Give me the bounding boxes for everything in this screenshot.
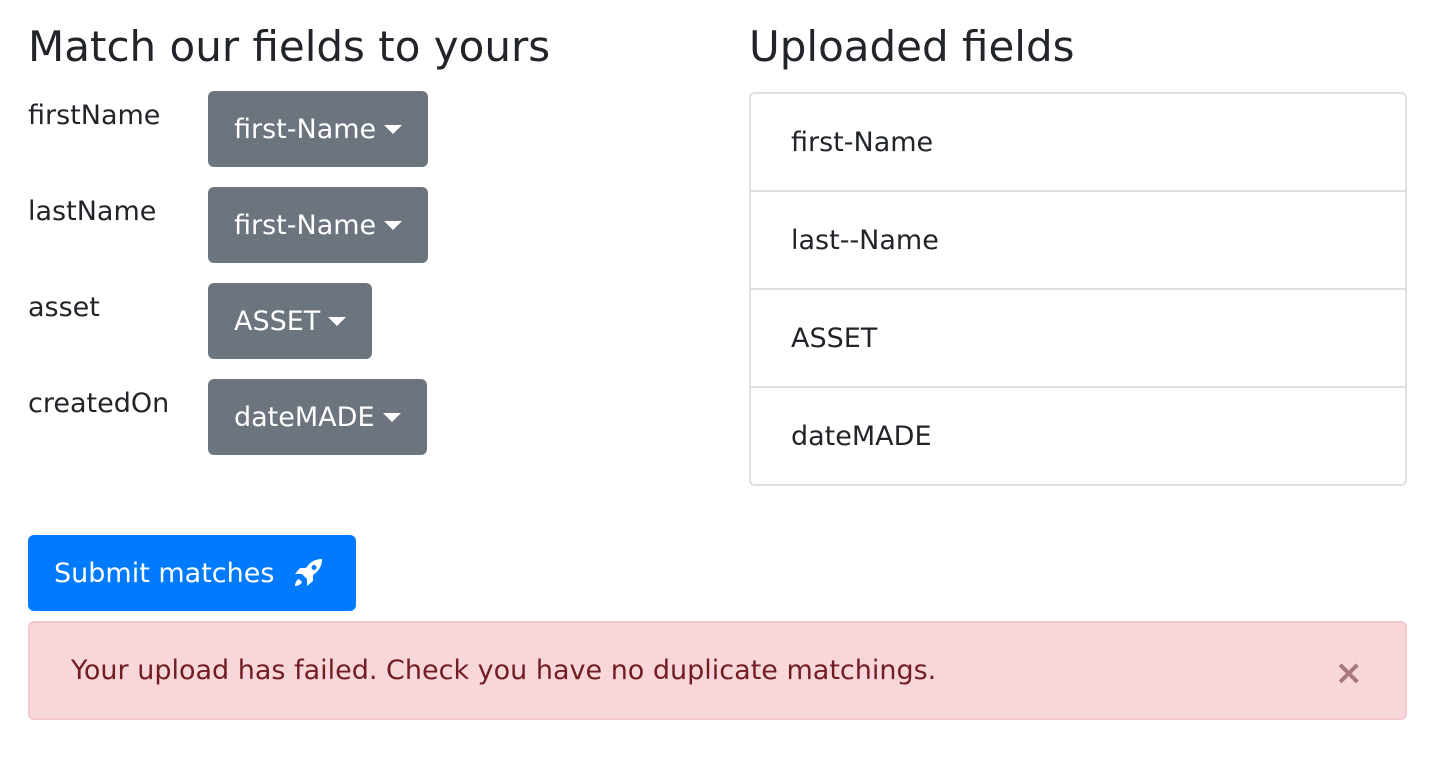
list-item: dateMADE (751, 386, 1405, 484)
caret-down-icon (384, 220, 403, 230)
caret-down-icon (384, 124, 403, 134)
match-dropdown-lastname[interactable]: first-Name (208, 187, 429, 263)
match-dropdown-createdon[interactable]: dateMADE (208, 379, 427, 455)
uploaded-fields-title: Uploaded fields (749, 22, 1075, 71)
caret-down-icon (382, 412, 401, 422)
match-dropdown-asset[interactable]: ASSET (208, 283, 373, 359)
dropdown-value: ASSET (234, 305, 321, 337)
list-item: ASSET (751, 288, 1405, 386)
alert-message: Your upload has failed. Check you have n… (71, 655, 937, 686)
match-dropdown-firstname[interactable]: first-Name (208, 91, 429, 167)
dropdown-value: first-Name (234, 113, 377, 145)
rocket-icon (295, 559, 323, 586)
submit-matches-button[interactable]: Submit matches (28, 535, 356, 611)
uploaded-fields-list: first-Name last--Name ASSET dateMADE (749, 92, 1407, 486)
field-label: createdOn (28, 388, 170, 419)
error-alert: Your upload has failed. Check you have n… (28, 621, 1407, 720)
dropdown-value: dateMADE (234, 401, 375, 433)
field-label: lastName (28, 196, 157, 227)
field-label: asset (28, 292, 100, 323)
match-fields-title: Match our fields to yours (28, 22, 551, 71)
close-icon[interactable]: × (1335, 653, 1364, 693)
submit-label: Submit matches (54, 557, 275, 589)
caret-down-icon (328, 316, 347, 326)
dropdown-value: first-Name (234, 209, 377, 241)
list-item: last--Name (751, 190, 1405, 288)
list-item: first-Name (791, 126, 934, 158)
field-label: firstName (28, 100, 161, 131)
